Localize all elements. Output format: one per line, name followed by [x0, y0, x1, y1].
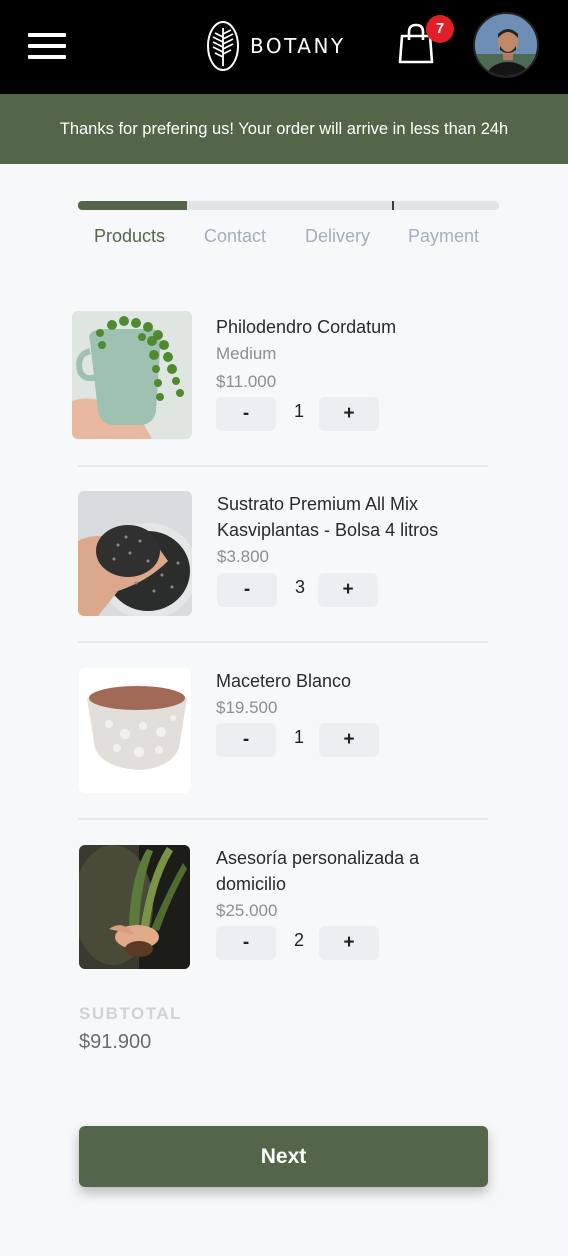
product-image-sustrato[interactable]	[78, 491, 192, 616]
increase-quantity-button[interactable]: +	[319, 397, 379, 431]
subtotal-label: SUBTOTAL	[79, 1004, 182, 1023]
brand-logo[interactable]: BOTANY	[206, 20, 346, 72]
increase-quantity-button[interactable]: +	[318, 573, 378, 607]
increase-quantity-button[interactable]: +	[319, 926, 379, 960]
item-price: $19.500	[216, 698, 278, 717]
step-products[interactable]: Products	[94, 226, 165, 247]
product-image-macetero[interactable]	[79, 668, 191, 793]
quantity-stepper: - 1 +	[216, 723, 382, 757]
progress-tick	[392, 201, 394, 210]
product-image-philodendro[interactable]	[72, 311, 192, 439]
step-contact[interactable]: Contact	[204, 226, 266, 247]
decrease-quantity-button[interactable]: -	[217, 573, 277, 607]
item-divider	[78, 641, 488, 643]
item-divider	[78, 465, 488, 467]
app-header: BOTANY 7	[0, 0, 568, 94]
step-delivery[interactable]: Delivery	[305, 226, 370, 247]
quantity-stepper: - 3 +	[217, 573, 383, 607]
decrease-quantity-button[interactable]: -	[216, 926, 276, 960]
item-name: Macetero Blanco	[216, 671, 352, 691]
item-name: Philodendro Cordatum	[216, 317, 397, 337]
progress-fill	[78, 201, 188, 210]
quantity-value: 2	[293, 930, 304, 950]
item-price: $3.800	[217, 547, 269, 566]
cart-count-badge: 7	[426, 15, 454, 43]
item-price: $11.000	[216, 372, 277, 391]
menu-icon[interactable]	[28, 33, 66, 59]
step-payment[interactable]: Payment	[408, 226, 479, 247]
quantity-stepper: - 1 +	[216, 397, 382, 431]
quantity-value: 1	[293, 401, 304, 421]
item-divider	[78, 818, 488, 820]
quantity-stepper: - 2 +	[216, 926, 382, 960]
item-name: Sustrato Premium All Mix Kasviplantas - …	[217, 494, 439, 540]
user-avatar[interactable]	[473, 12, 539, 78]
brand-name: BOTANY	[250, 34, 346, 58]
next-button[interactable]: Next	[79, 1126, 488, 1187]
increase-quantity-button[interactable]: +	[319, 723, 379, 757]
leaf-logo-icon	[207, 21, 239, 71]
avatar-photo	[475, 14, 537, 76]
product-image-asesoria[interactable]	[79, 845, 190, 969]
item-info: Macetero Blanco $19.500	[216, 668, 486, 722]
decrease-quantity-button[interactable]: -	[216, 397, 276, 431]
checkout-progress-bar	[78, 201, 499, 210]
decrease-quantity-button[interactable]: -	[216, 723, 276, 757]
banner-text: Thanks for prefering us! Your order will…	[59, 119, 509, 138]
quantity-value: 3	[294, 577, 305, 597]
checkout-steps: Products Contact Delivery Payment	[0, 226, 568, 250]
order-banner: Thanks for prefering us! Your order will…	[0, 94, 568, 164]
quantity-value: 1	[293, 727, 304, 747]
item-variant: Medium	[216, 344, 277, 363]
item-price: $25.000	[216, 901, 278, 920]
item-info: Sustrato Premium All Mix Kasviplantas - …	[217, 491, 487, 571]
item-name: Asesoría personalizada a domicilio	[216, 848, 420, 894]
subtotal-value: $91.900	[79, 1031, 152, 1053]
item-info: Asesoría personalizada a domicilio $25.0…	[216, 845, 486, 925]
item-info: Philodendro Cordatum Medium $11.000	[216, 314, 486, 396]
